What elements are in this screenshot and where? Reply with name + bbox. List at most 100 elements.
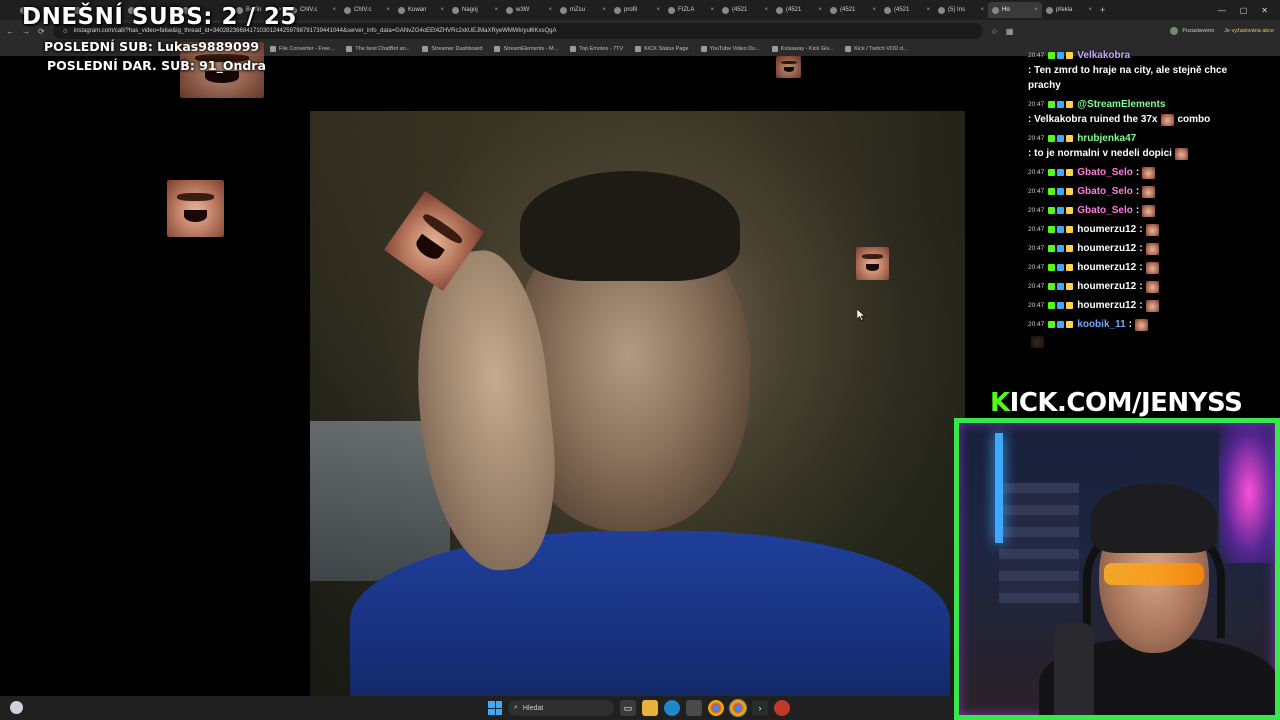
widgets-icon[interactable] [10,701,23,714]
chat-username[interactable]: houmerzu12 [1077,279,1136,294]
browser-tab[interactable]: (4521 × [880,2,934,18]
chat-badge-icon [1066,321,1074,328]
minimize-icon[interactable]: — [1218,6,1226,15]
bookmark-item[interactable]: StreamElements - M... [494,46,558,52]
browser-tab[interactable]: FIZLA × [664,2,718,18]
chat-badge-icon [1057,226,1065,233]
screen: × × × × Betfin × ChIV.c × ChIV.c × Kuwan × Nagoj × w3W… [0,0,1280,720]
chat-badge-icon [1048,101,1056,108]
tab-label: Kuwan [408,7,427,13]
browser-tab[interactable]: Ho × [988,2,1042,18]
bookmark-item[interactable]: Kickaway - Kick Giv... [771,46,834,52]
bookmark-item[interactable]: File Converter - Free... [270,46,334,52]
tab-close-icon[interactable]: × [332,7,336,13]
tab-close-icon[interactable]: × [1088,7,1092,13]
terminal-icon[interactable]: › [752,700,768,716]
chat-message: 20:47 houmerzu12: [1028,298,1260,313]
bookmark-item[interactable]: Streamer Dashboard [422,46,482,52]
tab-close-icon[interactable]: × [602,7,606,13]
chat-text: : [1135,167,1140,178]
extensions-icon[interactable]: ▦ [1006,27,1014,36]
browser-tab[interactable]: (5) Ins × [934,2,988,18]
star-icon[interactable]: ☆ [991,27,998,36]
browser-tab[interactable]: (4521 × [772,2,826,18]
chat-username[interactable]: houmerzu12 [1077,260,1136,275]
browser-tab[interactable]: w3W × [502,2,556,18]
chat-username[interactable]: Gbato_Selo [1077,184,1133,199]
tab-label: (4521 [732,7,748,13]
bookmark-item[interactable]: Kick / Twitch VOD d... [845,46,907,52]
back-icon[interactable]: ← [6,27,14,36]
tab-close-icon[interactable]: × [1034,7,1038,13]
tab-favicon-icon [560,6,567,14]
task-view-icon[interactable]: ▭ [620,700,636,716]
tab-close-icon[interactable]: × [548,7,552,13]
bookmark-icon [845,46,852,52]
tab-close-icon[interactable]: × [710,7,714,13]
chat-badge-icon [1066,135,1074,142]
chat-timestamp: 20:47 [1028,101,1045,108]
chat-text: : [1139,281,1143,292]
maximize-icon[interactable]: ▢ [1240,6,1248,15]
chat-username[interactable]: hrubjenka47 [1077,131,1136,146]
tab-label: (4521 [840,7,856,13]
streamer-glasses [1104,563,1204,585]
bookmark-label: Kickaway - Kick Giv... [780,46,834,52]
last-sub-label: POSLEDNÍ SUB: Lukas9889099 [44,39,260,54]
chat-text: combo [1177,114,1211,125]
update-notice[interactable]: Je vyžadována akce [1224,28,1274,34]
chat-username[interactable]: Gbato_Selo [1077,165,1133,180]
chat-username[interactable]: houmerzu12 [1077,298,1136,313]
bookmark-item[interactable]: The best ChatBot an... [346,46,410,52]
browser-tab[interactable]: profil × [610,2,664,18]
chrome-icon[interactable] [708,700,724,716]
tab-label: Nagoj [462,7,478,13]
tab-close-icon[interactable]: × [494,7,498,13]
file-explorer-icon[interactable] [642,700,658,716]
bookmark-item[interactable]: Top Emotes - 7TV [570,46,623,52]
browser-tab[interactable]: ChIV.c × [340,2,394,18]
browser-tab[interactable]: Kuwan × [394,2,448,18]
tab-close-icon[interactable]: × [926,7,930,13]
browser-tab[interactable]: překla × [1042,2,1096,18]
close-icon[interactable]: ✕ [1261,6,1268,15]
profile-button[interactable]: Pozastaveno Je vyžadována akce [1170,27,1274,35]
browser-tab[interactable]: (4521 × [826,2,880,18]
chat-username[interactable]: @StreamElements [1077,97,1165,112]
tab-close-icon[interactable]: × [818,7,822,13]
chat-emote-icon [1142,204,1156,217]
chat-timestamp: 20:47 [1028,52,1045,59]
tab-close-icon[interactable]: × [980,7,984,13]
chat-message: 20:47 hrubjenka47: to je normalni v nedel… [1028,131,1260,161]
app-icon[interactable] [774,700,790,716]
chat-emote-icon [1160,113,1174,126]
caller-shirt [350,531,950,696]
instagram-call-page [0,56,965,696]
browser-tab[interactable]: Nagoj × [448,2,502,18]
chat-username[interactable]: Gbato_Selo [1077,203,1133,218]
tab-close-icon[interactable]: × [656,7,660,13]
tab-close-icon[interactable]: × [764,7,768,13]
chat-username[interactable]: Velkakobra [1077,48,1130,63]
chat-emote-icon [1145,280,1159,293]
tab-close-icon[interactable]: × [872,7,876,13]
browser-tab[interactable]: mZsu × [556,2,610,18]
chrome-active-icon[interactable] [729,699,747,717]
taskbar-search[interactable]: ⌕ Hledat [508,700,614,716]
start-icon[interactable] [488,701,502,715]
chat-badge-icon [1048,302,1056,309]
store-icon[interactable] [686,700,702,716]
chat-message-fading [1028,336,1260,348]
chat-username[interactable]: houmerzu12 [1077,222,1136,237]
tab-close-icon[interactable]: × [440,7,444,13]
tab-close-icon[interactable]: × [386,7,390,13]
chat-username[interactable]: houmerzu12 [1077,241,1136,256]
bookmark-item[interactable]: KICK Status Page [635,46,689,52]
chat-badge-icon [1048,169,1056,176]
browser-tab[interactable]: (4521 × [718,2,772,18]
edge-icon[interactable] [664,700,680,716]
chat-timestamp: 20:47 [1028,226,1045,233]
bookmark-item[interactable]: YouTube Video Do... [700,46,760,52]
new-tab-icon[interactable]: + [1100,5,1105,15]
chat-username[interactable]: koobik_11 [1077,317,1125,332]
